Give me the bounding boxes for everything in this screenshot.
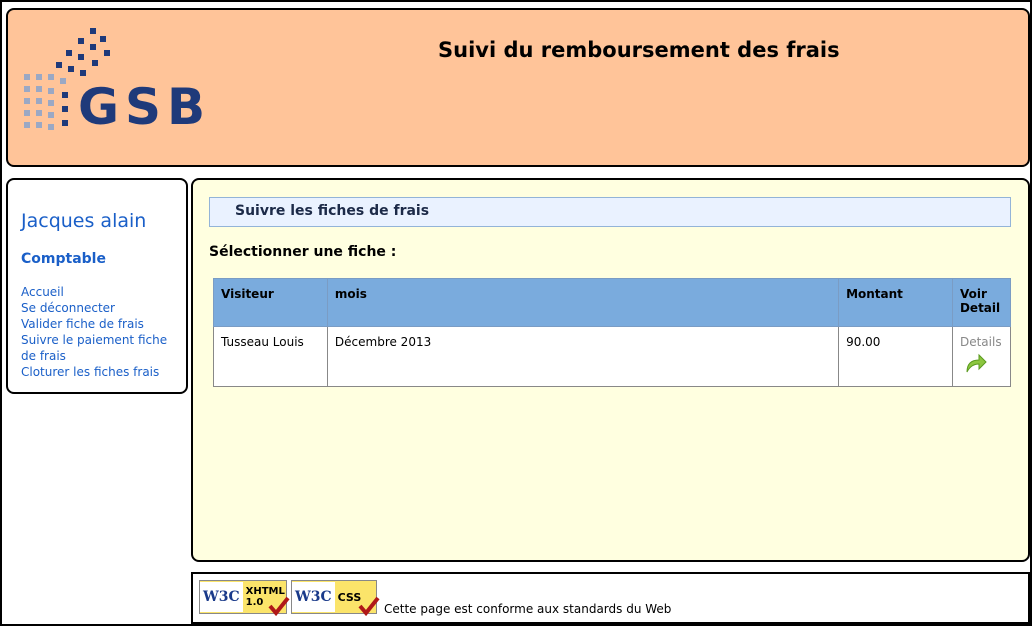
column-header-voir-detail: Voir Detail [951, 278, 1012, 327]
checkmark-icon [358, 596, 380, 616]
w3c-css-badge[interactable]: W3C CSS [291, 580, 380, 616]
user-role: Comptable [21, 251, 106, 267]
gsb-logo: GSB [24, 28, 211, 136]
w3c-logo: W3C [292, 582, 335, 612]
w3c-logo: W3C [200, 582, 243, 612]
select-fiche-label: Sélectionner une fiche : [209, 244, 397, 260]
menu-item-valider-fiche[interactable]: Valider fiche de frais [21, 316, 181, 332]
menu-item-cloturer-fiches[interactable]: Cloturer les fiches frais [21, 364, 181, 380]
page-frame: GSB Suivi du remboursement des frais Jac… [0, 0, 1032, 626]
sidebar-menu: Accueil Se déconnecter Valider fiche de … [21, 284, 181, 380]
user-name: Jacques alain [21, 210, 147, 232]
table-header-row: Visiteur mois Montant Voir Detail [213, 278, 1012, 327]
header: GSB Suivi du remboursement des frais [6, 8, 1030, 167]
cell-montant: 90.00 [838, 326, 953, 387]
w3c-xhtml-badge[interactable]: W3C XHTML 1.0 [199, 580, 290, 616]
cell-visiteur: Tusseau Louis [213, 326, 328, 387]
svg-text:GSB: GSB [78, 78, 211, 136]
footer-standards-text: Cette page est conforme aux standards du… [384, 602, 672, 616]
details-link[interactable]: Details [960, 335, 1003, 349]
menu-item-accueil[interactable]: Accueil [21, 284, 181, 300]
cell-mois: Décembre 2013 [326, 326, 840, 387]
table-row: Tusseau Louis Décembre 2013 90.00 Detail… [213, 326, 1012, 387]
column-header-mois: mois [326, 278, 840, 327]
main-content: Suivre les fiches de frais Sélectionner … [191, 178, 1030, 562]
cell-voir-detail: Details [951, 326, 1012, 387]
curved-arrow-icon[interactable] [964, 352, 988, 374]
column-header-visiteur: Visiteur [213, 278, 328, 327]
section-title: Suivre les fiches de frais [209, 197, 1011, 227]
footer: W3C XHTML 1.0 W3C CSS Cette page est con… [191, 572, 1030, 624]
column-header-montant: Montant [838, 278, 953, 327]
menu-item-suivre-paiement[interactable]: Suivre le paiement fiche de frais [21, 332, 181, 364]
checkmark-icon [268, 596, 290, 616]
sidebar: Jacques alain Comptable Accueil Se décon… [6, 178, 188, 394]
section-title-label: Suivre les fiches de frais [235, 203, 430, 219]
fiches-table: Visiteur mois Montant Voir Detail Tussea… [213, 278, 1012, 387]
menu-item-deconnecter[interactable]: Se déconnecter [21, 300, 181, 316]
page-title: Suivi du remboursement des frais [438, 38, 840, 62]
